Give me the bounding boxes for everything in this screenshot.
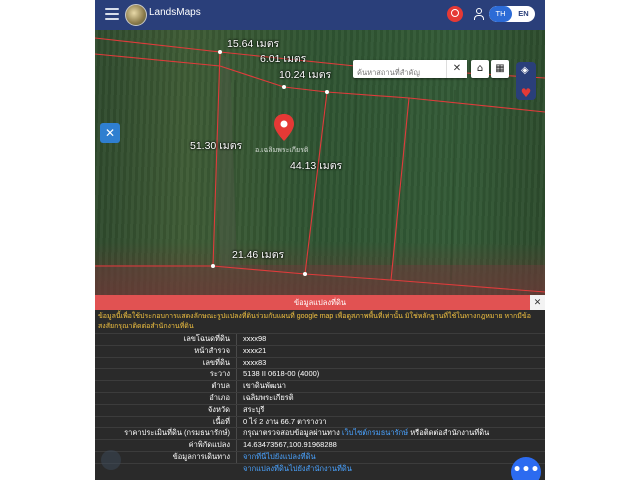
- table-row: ระวาง 5138 II 0618-00 (4000): [95, 368, 545, 381]
- parcel-info-panel: ข้อมูลนี้เพื่อใช้ประกอบการแสดงลักษณะรูปแ…: [95, 310, 545, 480]
- map-tools-panel: ◈ ♥: [516, 62, 536, 100]
- lang-en-button[interactable]: EN: [512, 6, 535, 22]
- measure-label-6: 21.46 เมตร: [232, 249, 285, 261]
- coords-value[interactable]: 14.63473567,100.91968288: [243, 440, 543, 451]
- route-row-2: จากแปลงที่ดินไปยังสำนักงานที่ดิน: [95, 462, 545, 475]
- location-marker-icon[interactable]: [274, 114, 294, 141]
- parcel-info-header: ข้อมูลแปลงที่ดิน ✕: [95, 295, 545, 310]
- measure-label-3: 10.24 เมตร: [279, 69, 332, 81]
- locate-icon[interactable]: [101, 450, 121, 470]
- price-row: ราคาประเมินที่ดิน (กรมธนารักษ์) กรุณาตรว…: [95, 427, 545, 440]
- table-row: เลขที่ดิน xxxx83: [95, 356, 545, 369]
- place-search-input[interactable]: [353, 63, 447, 82]
- grid-table-icon[interactable]: ▦: [491, 60, 509, 78]
- place-search-box: ✕: [353, 60, 467, 82]
- close-panel-icon[interactable]: ✕: [530, 295, 545, 310]
- home-icon[interactable]: ⌂: [471, 60, 489, 78]
- table-row: ตำบล เขาดินพัฒนา: [95, 380, 545, 392]
- price-text-2: หรือติดต่อสำนักงานที่ดิน: [410, 428, 490, 438]
- hamburger-menu-icon[interactable]: [105, 8, 119, 20]
- measure-label-5: 44.13 เมตร: [290, 160, 343, 172]
- table-row: เลขโฉนดที่ดิน xxxx98: [95, 333, 545, 345]
- treasury-website-link[interactable]: เว็บไซต์กรมธนารักษ์: [342, 428, 408, 437]
- measure-label-4: 51.30 เมตร: [190, 140, 243, 152]
- favorite-heart-icon[interactable]: ♥: [519, 86, 533, 100]
- satellite-map[interactable]: อ.เฉลิมพระเกียรติ 15.64 เมตร 6.01 เมตร 1…: [95, 30, 545, 295]
- route-row: ข้อมูลการเดินทาง จากที่นี่ไปยังแปลงที่ดิ…: [95, 450, 545, 463]
- table-row: จังหวัด สระบุรี: [95, 403, 545, 416]
- disclaimer-notice: ข้อมูลนี้เพื่อใช้ประกอบการแสดงลักษณะรูปแ…: [98, 313, 531, 330]
- measure-tool-icon[interactable]: ✕: [100, 123, 120, 143]
- dirt-path: [215, 55, 245, 270]
- lang-th-button[interactable]: TH: [489, 6, 512, 22]
- parcel-info-table: เลขโฉนดที่ดิน xxxx98 หน้าสำรวจ xxxx21 เลขท…: [95, 333, 545, 475]
- parcel-info-title: ข้อมูลแปลงที่ดิน: [294, 298, 346, 307]
- app-logo: [125, 4, 147, 26]
- language-toggle[interactable]: TH EN: [489, 6, 535, 22]
- clear-search-icon[interactable]: ✕: [446, 60, 467, 78]
- more-actions-button[interactable]: •••: [511, 457, 541, 480]
- brand-name: LandsMaps: [149, 7, 201, 18]
- road-strip: [95, 265, 545, 295]
- measure-label-2: 6.01 เมตร: [260, 53, 307, 65]
- map-place-label: อ.เฉลิมพระเกียรติ: [255, 146, 309, 154]
- route-to-parcel-link[interactable]: จากที่นี่ไปยังแปลงที่ดิน: [243, 452, 316, 461]
- table-row: อำเภอ เฉลิมพระเกียรติ: [95, 391, 545, 404]
- user-icon[interactable]: [473, 8, 484, 20]
- top-header: LandsMaps TH EN: [95, 0, 545, 30]
- table-row: เนื้อที่ 0 ไร่ 2 งาน 66.7 ตารางวา: [95, 415, 545, 428]
- route-to-office-link[interactable]: จากแปลงที่ดินไปยังสำนักงานที่ดิน: [243, 464, 352, 473]
- layers-icon[interactable]: ◈: [521, 66, 531, 76]
- coords-row: ค่าพิกัดแปลง 14.63473567,100.91968288: [95, 439, 545, 451]
- landsmaps-app: LandsMaps TH EN อ.เฉลิมพระเกียรติ 15.64 …: [95, 0, 545, 480]
- search-icon[interactable]: [447, 6, 463, 22]
- price-text-1: กรุณาตรวจสอบข้อมูลผ่านทาง: [243, 428, 340, 438]
- table-row: หน้าสำรวจ xxxx21: [95, 344, 545, 357]
